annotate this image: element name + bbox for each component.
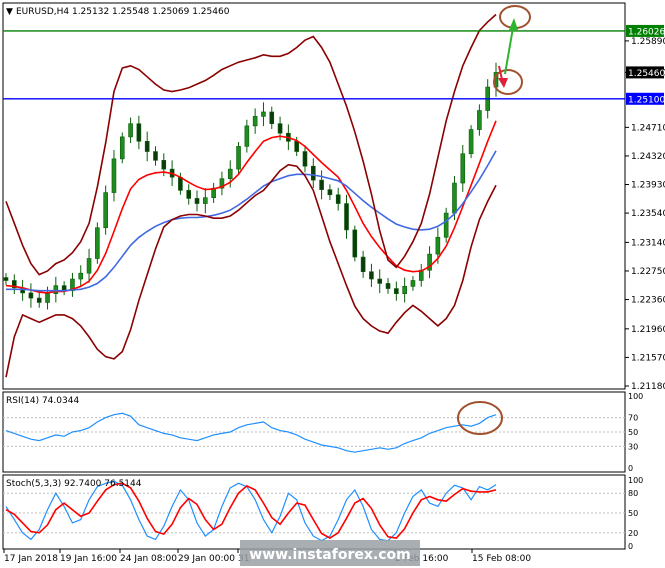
stoch-tick-label: 80 — [628, 489, 638, 498]
time-tick-label: 17 Jan 2018 — [4, 554, 58, 564]
rsi-tick-label: 100 — [628, 392, 643, 401]
stoch-tick-label: 0 — [628, 542, 633, 551]
price-label-text: 1.26026 — [628, 27, 665, 37]
stoch-axis: 100 80 50 20 0 — [628, 476, 643, 551]
candle-body — [261, 111, 266, 117]
candle-body — [352, 229, 358, 258]
price-tick-label: 1.21180 — [631, 382, 665, 392]
candle-body — [194, 198, 200, 204]
candle-body — [144, 140, 150, 152]
price-label-text: 1.25460 — [628, 69, 665, 79]
candle-body — [443, 212, 449, 238]
candle-body — [344, 203, 349, 231]
candle-body — [310, 165, 316, 181]
candle-body — [460, 153, 466, 184]
rsi-axis: 100 70 50 30 0 — [628, 392, 643, 473]
rsi-tick-label: 0 — [628, 464, 633, 473]
candle-body — [111, 158, 117, 193]
price-tick-label: 1.25890 — [631, 37, 665, 47]
candle-body — [335, 194, 341, 204]
candle-body — [178, 176, 183, 191]
candle-body — [402, 286, 407, 294]
candle-body — [153, 151, 158, 161]
candle-body — [252, 116, 258, 127]
price-tick-label: 1.21960 — [631, 325, 665, 335]
candle-body — [244, 125, 250, 147]
candle-body — [294, 140, 299, 152]
candle-body — [103, 192, 108, 229]
price-label-text: 1.25100 — [628, 95, 665, 105]
candle-body — [128, 123, 133, 138]
stoch-tick-label: 100 — [628, 476, 643, 485]
time-tick-label: 15 Feb 08:00 — [472, 554, 531, 564]
candle-body — [236, 146, 241, 170]
candle-body — [36, 297, 42, 303]
rsi-tick-label: 50 — [628, 428, 638, 437]
forex-chart: 1.25890 1.25460 1.24710 1.24320 1.23930 1.235… — [2, 2, 665, 566]
candle-body — [477, 110, 482, 130]
candle-body — [394, 288, 399, 294]
candle-body — [161, 160, 167, 170]
candle-body — [385, 283, 391, 289]
candle-body — [86, 258, 92, 274]
main-price-axis: 1.25890 1.25460 1.24710 1.24320 1.23930 1.235… — [625, 37, 665, 392]
symbol-arrow-icon[interactable]: ▼ — [6, 7, 13, 17]
price-tick-label: 1.23930 — [631, 181, 665, 191]
candle-body — [468, 129, 474, 155]
candle-body — [410, 280, 416, 287]
candle-body — [186, 190, 192, 199]
time-tick-label: 29 Jan 00:00 — [178, 554, 235, 564]
candle-body — [269, 111, 275, 124]
candle-body — [327, 189, 333, 196]
candle-body — [95, 227, 100, 259]
candle-body — [377, 278, 383, 284]
candle-body — [302, 151, 308, 167]
price-labels: 1.26026 1.25460 1.25100 — [626, 24, 665, 105]
candle-body — [360, 256, 366, 272]
candle-body — [452, 182, 457, 214]
price-tick-label: 1.24710 — [631, 123, 665, 133]
candle-body — [277, 123, 283, 134]
price-tick-label: 1.24320 — [631, 152, 665, 162]
price-tick-label: 1.22360 — [631, 296, 665, 306]
rsi-label: RSI(14) 74.0344 — [6, 396, 79, 406]
candle-body — [78, 272, 84, 280]
candle-body — [136, 123, 142, 142]
candle-body — [45, 293, 50, 303]
rsi-tick-label: 70 — [628, 414, 638, 423]
candle-body — [3, 277, 9, 281]
main-panel — [2, 2, 626, 390]
stoch-label: Stoch(5,3,3) 92.7400 76.5144 — [6, 479, 142, 489]
price-tick-label: 1.23140 — [631, 238, 665, 248]
watermark: www.instaforex.com — [249, 547, 410, 563]
price-tick-label: 1.23540 — [631, 209, 665, 219]
candle-body — [435, 236, 441, 255]
candle-body — [319, 179, 324, 190]
time-tick-label: 24 Jan 08:00 — [120, 554, 177, 564]
price-tick-label: 1.21570 — [631, 353, 665, 363]
candle-body — [227, 168, 233, 179]
price-tick-label: 1.22750 — [631, 267, 665, 277]
symbol-info: EURUSD,H4 1.25132 1.25548 1.25069 1.2546… — [16, 7, 230, 17]
time-tick-label: 19 Jan 16:00 — [60, 554, 117, 564]
rsi-tick-label: 30 — [628, 442, 638, 451]
candle-body — [369, 271, 374, 280]
candle-body — [203, 197, 208, 204]
candle-body — [28, 292, 34, 299]
stoch-tick-label: 20 — [628, 529, 638, 538]
stoch-tick-label: 50 — [628, 509, 638, 518]
candle-body — [119, 136, 125, 160]
